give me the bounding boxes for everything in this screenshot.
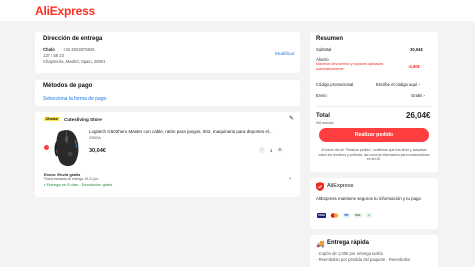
product-variant: G502A [89, 136, 101, 140]
address-line-2: Chapinería, Madrid, Spain, 28001 [43, 59, 106, 64]
chevron-right-icon[interactable]: › [289, 176, 291, 182]
quantity-stepper: − 1 + [259, 147, 283, 153]
recipient-name: Cholo [43, 47, 55, 52]
summary-divider [316, 106, 432, 107]
select-payment-link[interactable]: Selecciona la forma de pago [43, 96, 106, 102]
promo-label: Código promocional [316, 82, 354, 87]
delivery-note: ▪ Entrega en 5 días · Devolución gratis [44, 182, 112, 187]
visa-badge: VISA [317, 213, 326, 218]
legal-notice: Al hacer clic en "Realizar pedido", conf… [318, 148, 430, 162]
truck-icon: 🚚 [316, 241, 325, 248]
ssl-badge: SSL [354, 213, 362, 218]
subtotal-label: Subtotal [316, 47, 332, 52]
mastercard-badge [330, 213, 339, 218]
paypal-badge: PP [343, 213, 350, 218]
chevron-right-icon: › [423, 93, 425, 98]
aliexpress-logo[interactable]: AliExpress [35, 4, 95, 18]
saving-note: Máximos descuentos y cupones aplicados a… [316, 62, 384, 71]
verified-badge: ✓ [366, 213, 372, 218]
trust-text: AliExpress mantiene seguros tu informaci… [316, 196, 421, 201]
address-title: Dirección de entrega [43, 36, 103, 42]
subtotal-value: 30,04€ [410, 47, 423, 52]
top-bar: AliExpress [0, 0, 475, 21]
store-name[interactable]: Cutesliving Store [64, 117, 102, 122]
recipient-phone: +34 3023879845 [63, 47, 95, 52]
shield-icon [316, 182, 324, 191]
promo-input[interactable]: Escribe el código aquí › [376, 82, 420, 87]
summary-title: Resumen [316, 36, 344, 42]
product-price: 30,04€ [89, 148, 106, 154]
shipping-value[interactable]: Gratis › [411, 93, 425, 98]
address-card: Dirección de entrega Cholo +34 302387984… [35, 32, 300, 73]
edit-icon[interactable]: ✎ [289, 115, 294, 122]
shipping-estimate: Fecha estimada de entrega: 19-21 jun. [44, 177, 99, 181]
product-image[interactable] [53, 128, 83, 168]
payment-title: Métodos de pago [43, 83, 93, 89]
delivery-note-text: Entrega en 5 días · Devolución gratis [46, 182, 113, 187]
fast-line-2: · Reembolso por pérdida del paquete · Re… [316, 257, 411, 262]
vat-note: IVA incluido [316, 121, 334, 125]
total-label: Total [316, 113, 330, 119]
increase-qty-button[interactable]: + [277, 147, 283, 153]
fast-delivery-title: Entrega rápida [327, 240, 370, 246]
item-checkbox[interactable] [44, 145, 49, 150]
quantity-value: 1 [269, 147, 273, 153]
product-title[interactable]: Logitech G502hero Master con cable, rató… [89, 129, 273, 134]
payment-card: Métodos de pago Selecciona la forma de p… [35, 80, 300, 106]
place-order-button[interactable]: Realizar pedido [319, 128, 429, 142]
address-line-1: 137 / 58 23 [43, 53, 64, 58]
trust-logo: AliExpress [327, 183, 354, 189]
chevron-down-icon: › [418, 82, 420, 87]
fast-line-1: · Cupón de 1,00€ por entrega tardía [316, 251, 383, 256]
edit-address-link[interactable]: Modificar [275, 52, 294, 57]
shipping-label: Envío [316, 93, 327, 98]
choice-badge: Choice [44, 117, 60, 121]
saving-value: -4,00€ [408, 64, 420, 69]
total-value: 26,04€ [406, 111, 431, 120]
